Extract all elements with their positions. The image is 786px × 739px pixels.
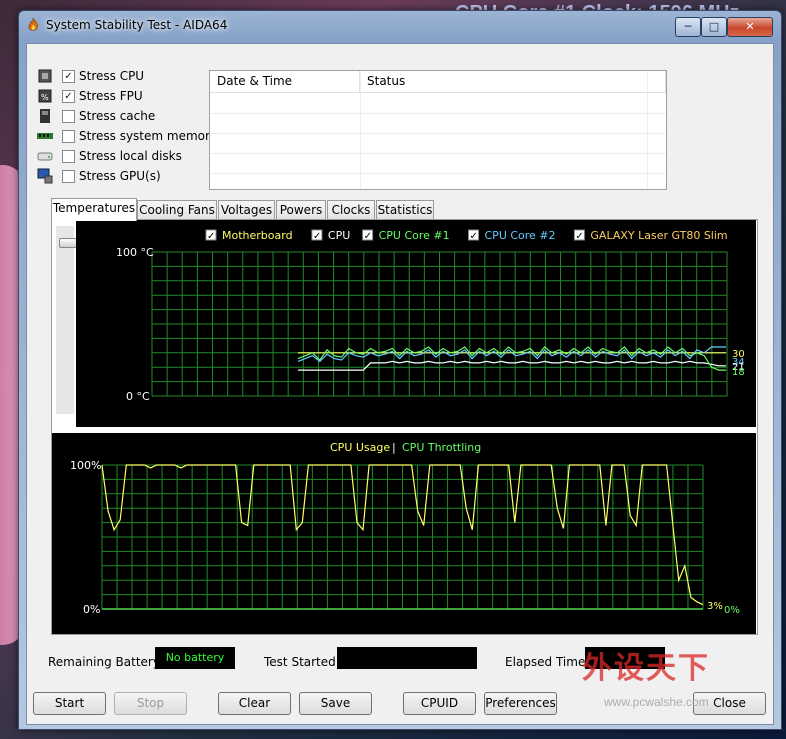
checkbox-stress-cache[interactable]: [62, 110, 75, 123]
option-stress-cache[interactable]: Stress cache: [37, 108, 237, 126]
legend-separator: |: [392, 441, 396, 454]
temperature-chart: ✓ Motherboard ✓ CPU ✓ CPU Core #1 ✓ CPU Core #2…: [76, 220, 756, 427]
legend-item-4: GALAXY Laser GT80 Slim: [590, 229, 727, 242]
temperature-chart-svg: ✓ Motherboard ✓ CPU ✓ CPU Core #1 ✓ CPU Core #2…: [116, 229, 745, 403]
table-row: [210, 113, 666, 114]
cpu-chip-icon: [38, 69, 52, 83]
svg-text:%: %: [41, 93, 49, 102]
option-label: Stress FPU: [79, 89, 143, 103]
watermark-logo-text: 外设天下: [582, 651, 710, 686]
window-close-button[interactable]: ✕: [727, 17, 773, 37]
usage-end-label: 3%: [707, 601, 723, 612]
legend-item-2: CPU Core #1: [379, 229, 450, 242]
chart-grid: [101, 464, 704, 610]
clear-button[interactable]: Clear: [218, 692, 291, 715]
disk-drive-icon: [37, 152, 53, 161]
checkbox-stress-cpu[interactable]: ✓: [62, 70, 75, 83]
legend-check-icon: ✓: [575, 231, 583, 242]
start-button[interactable]: Start: [33, 692, 106, 715]
cache-chip-icon: [40, 109, 50, 123]
checkbox-stress-fpu[interactable]: ✓: [62, 90, 75, 103]
option-label: Stress system memory: [79, 129, 218, 143]
save-button[interactable]: Save: [299, 692, 372, 715]
zoom-slider-track[interactable]: [56, 226, 81, 414]
usage-legend-label: CPU Usage: [330, 441, 390, 454]
status-log-table[interactable]: Date & Time Status: [209, 70, 667, 190]
battery-label: Remaining Battery:: [48, 655, 164, 669]
throttling-legend-label: CPU Throttling: [402, 441, 481, 454]
site-watermark: 外设天下 www.pcwalshe.com: [582, 643, 782, 709]
option-stress-gpu[interactable]: Stress GPU(s): [37, 168, 237, 186]
end-value-label: 18: [732, 367, 745, 378]
y-axis-min-label: 0%: [83, 603, 100, 616]
series-line-2: [297, 346, 726, 371]
tab-clocks[interactable]: Clocks: [327, 200, 375, 220]
tab-statistics[interactable]: Statistics: [376, 200, 434, 220]
gpu-monitor-icon: [37, 168, 53, 184]
cpuid-button[interactable]: CPUID: [403, 692, 476, 715]
legend-check-icon: ✓: [313, 231, 321, 242]
tab-powers[interactable]: Powers: [276, 200, 326, 220]
checkbox-stress-disks[interactable]: [62, 150, 75, 163]
tab-temperatures[interactable]: Temperatures: [51, 198, 137, 221]
fpu-chip-icon: %: [38, 89, 52, 103]
legend-item-0: Motherboard: [222, 229, 293, 242]
cpu-usage-chart-svg: CPU Usage | CPU Throttling100%0% 3% 0%: [70, 441, 740, 616]
stop-button[interactable]: Stop: [114, 692, 187, 715]
y-axis-max-label: 100%: [70, 459, 101, 472]
chart-grid: [151, 251, 728, 397]
test-started-label: Test Started:: [264, 655, 340, 669]
window-title: System Stability Test - AIDA64: [46, 18, 228, 32]
memory-module-icon: [37, 133, 53, 139]
checkbox-stress-memory[interactable]: [62, 130, 75, 143]
option-label: Stress cache: [79, 109, 156, 123]
checkbox-stress-gpu[interactable]: [62, 170, 75, 183]
option-label: Stress CPU: [79, 69, 145, 83]
title-bar[interactable]: System Stability Test - AIDA64 ─ □ ✕: [19, 11, 781, 39]
aida64-flame-icon: [28, 17, 38, 31]
column-header-status[interactable]: Status: [360, 71, 666, 93]
option-stress-disks[interactable]: Stress local disks: [37, 148, 237, 166]
option-stress-memory[interactable]: Stress system memory: [37, 128, 237, 146]
tab-panel-temperatures: ✓ Motherboard ✓ CPU ✓ CPU Core #1 ✓ CPU Core #2…: [51, 219, 758, 635]
legend-check-icon: ✓: [470, 231, 478, 242]
y-axis-max-label: 100 °C: [116, 246, 154, 259]
battery-value: No battery: [155, 647, 235, 669]
tab-cooling-fans[interactable]: Cooling Fans: [137, 200, 217, 220]
maximize-icon: □: [708, 20, 720, 33]
test-started-value: [337, 647, 477, 669]
column-divider: [647, 71, 648, 189]
maximize-button[interactable]: □: [701, 17, 727, 37]
legend-check-icon: ✓: [207, 231, 215, 242]
minimize-icon: ─: [684, 20, 692, 33]
y-axis-min-label: 0 °C: [126, 390, 150, 403]
table-row: [210, 153, 666, 154]
tab-voltages[interactable]: Voltages: [218, 200, 275, 220]
aida64-stability-window: System Stability Test - AIDA64 ─ □ ✕ ✓ S…: [18, 10, 782, 730]
minimize-button[interactable]: ─: [675, 17, 701, 37]
column-header-date-time[interactable]: Date & Time: [210, 71, 360, 93]
legend-item-3: CPU Core #2: [485, 229, 556, 242]
series-line-1: [298, 360, 726, 371]
legend-check-icon: ✓: [364, 231, 372, 242]
table-row: [210, 173, 666, 174]
preferences-button[interactable]: Preferences: [484, 692, 557, 715]
option-stress-cpu[interactable]: ✓ Stress CPU: [37, 68, 237, 86]
client-area: ✓ Stress CPU % ✓ Stress FPU Stress cache…: [26, 43, 774, 725]
table-row: [210, 133, 666, 134]
column-divider: [360, 71, 361, 189]
legend-item-1: CPU: [328, 229, 350, 242]
close-icon: ✕: [745, 20, 755, 33]
option-label: Stress GPU(s): [79, 169, 161, 183]
option-label: Stress local disks: [79, 149, 182, 163]
watermark-url: www.pcwalshe.com: [604, 695, 709, 709]
option-stress-fpu[interactable]: % ✓ Stress FPU: [37, 88, 237, 106]
cpu-usage-chart: CPU Usage | CPU Throttling 100% 0% 3% 0%: [52, 433, 756, 634]
elapsed-time-label: Elapsed Time:: [505, 655, 590, 669]
throttling-end-label: 0%: [724, 605, 740, 616]
